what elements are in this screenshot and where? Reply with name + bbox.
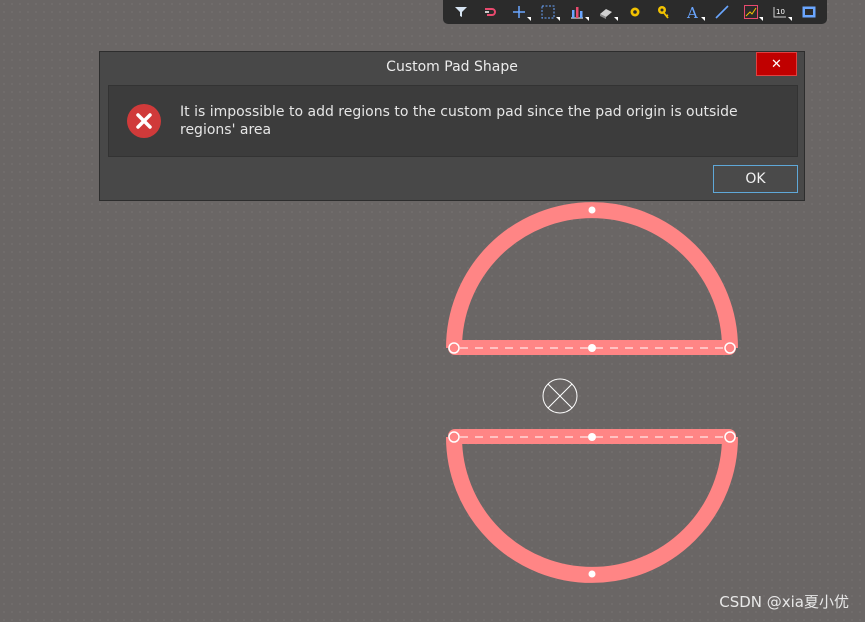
lower-region-arc[interactable] xyxy=(446,436,738,583)
upper-arc-midpoint-handle[interactable] xyxy=(588,206,596,214)
ok-button[interactable]: OK xyxy=(713,165,798,193)
error-message: It is impossible to add regions to the c… xyxy=(180,104,738,138)
error-icon xyxy=(127,104,161,138)
lower-arc-midpoint-handle[interactable] xyxy=(588,570,596,578)
watermark: CSDN @xia夏小优 xyxy=(719,593,849,611)
dialog-title: Custom Pad Shape xyxy=(386,59,518,75)
pad-origin-marker xyxy=(542,378,578,414)
custom-pad-shape-dialog: Custom Pad Shape ✕ It is impossible to a… xyxy=(99,51,805,201)
message-panel: It is impossible to add regions to the c… xyxy=(108,85,798,157)
upper-region-arc[interactable] xyxy=(446,202,738,349)
upper-center-handle[interactable] xyxy=(588,344,596,352)
close-icon: ✕ xyxy=(771,56,782,72)
close-button[interactable]: ✕ xyxy=(756,52,797,76)
lower-center-handle[interactable] xyxy=(588,433,596,441)
